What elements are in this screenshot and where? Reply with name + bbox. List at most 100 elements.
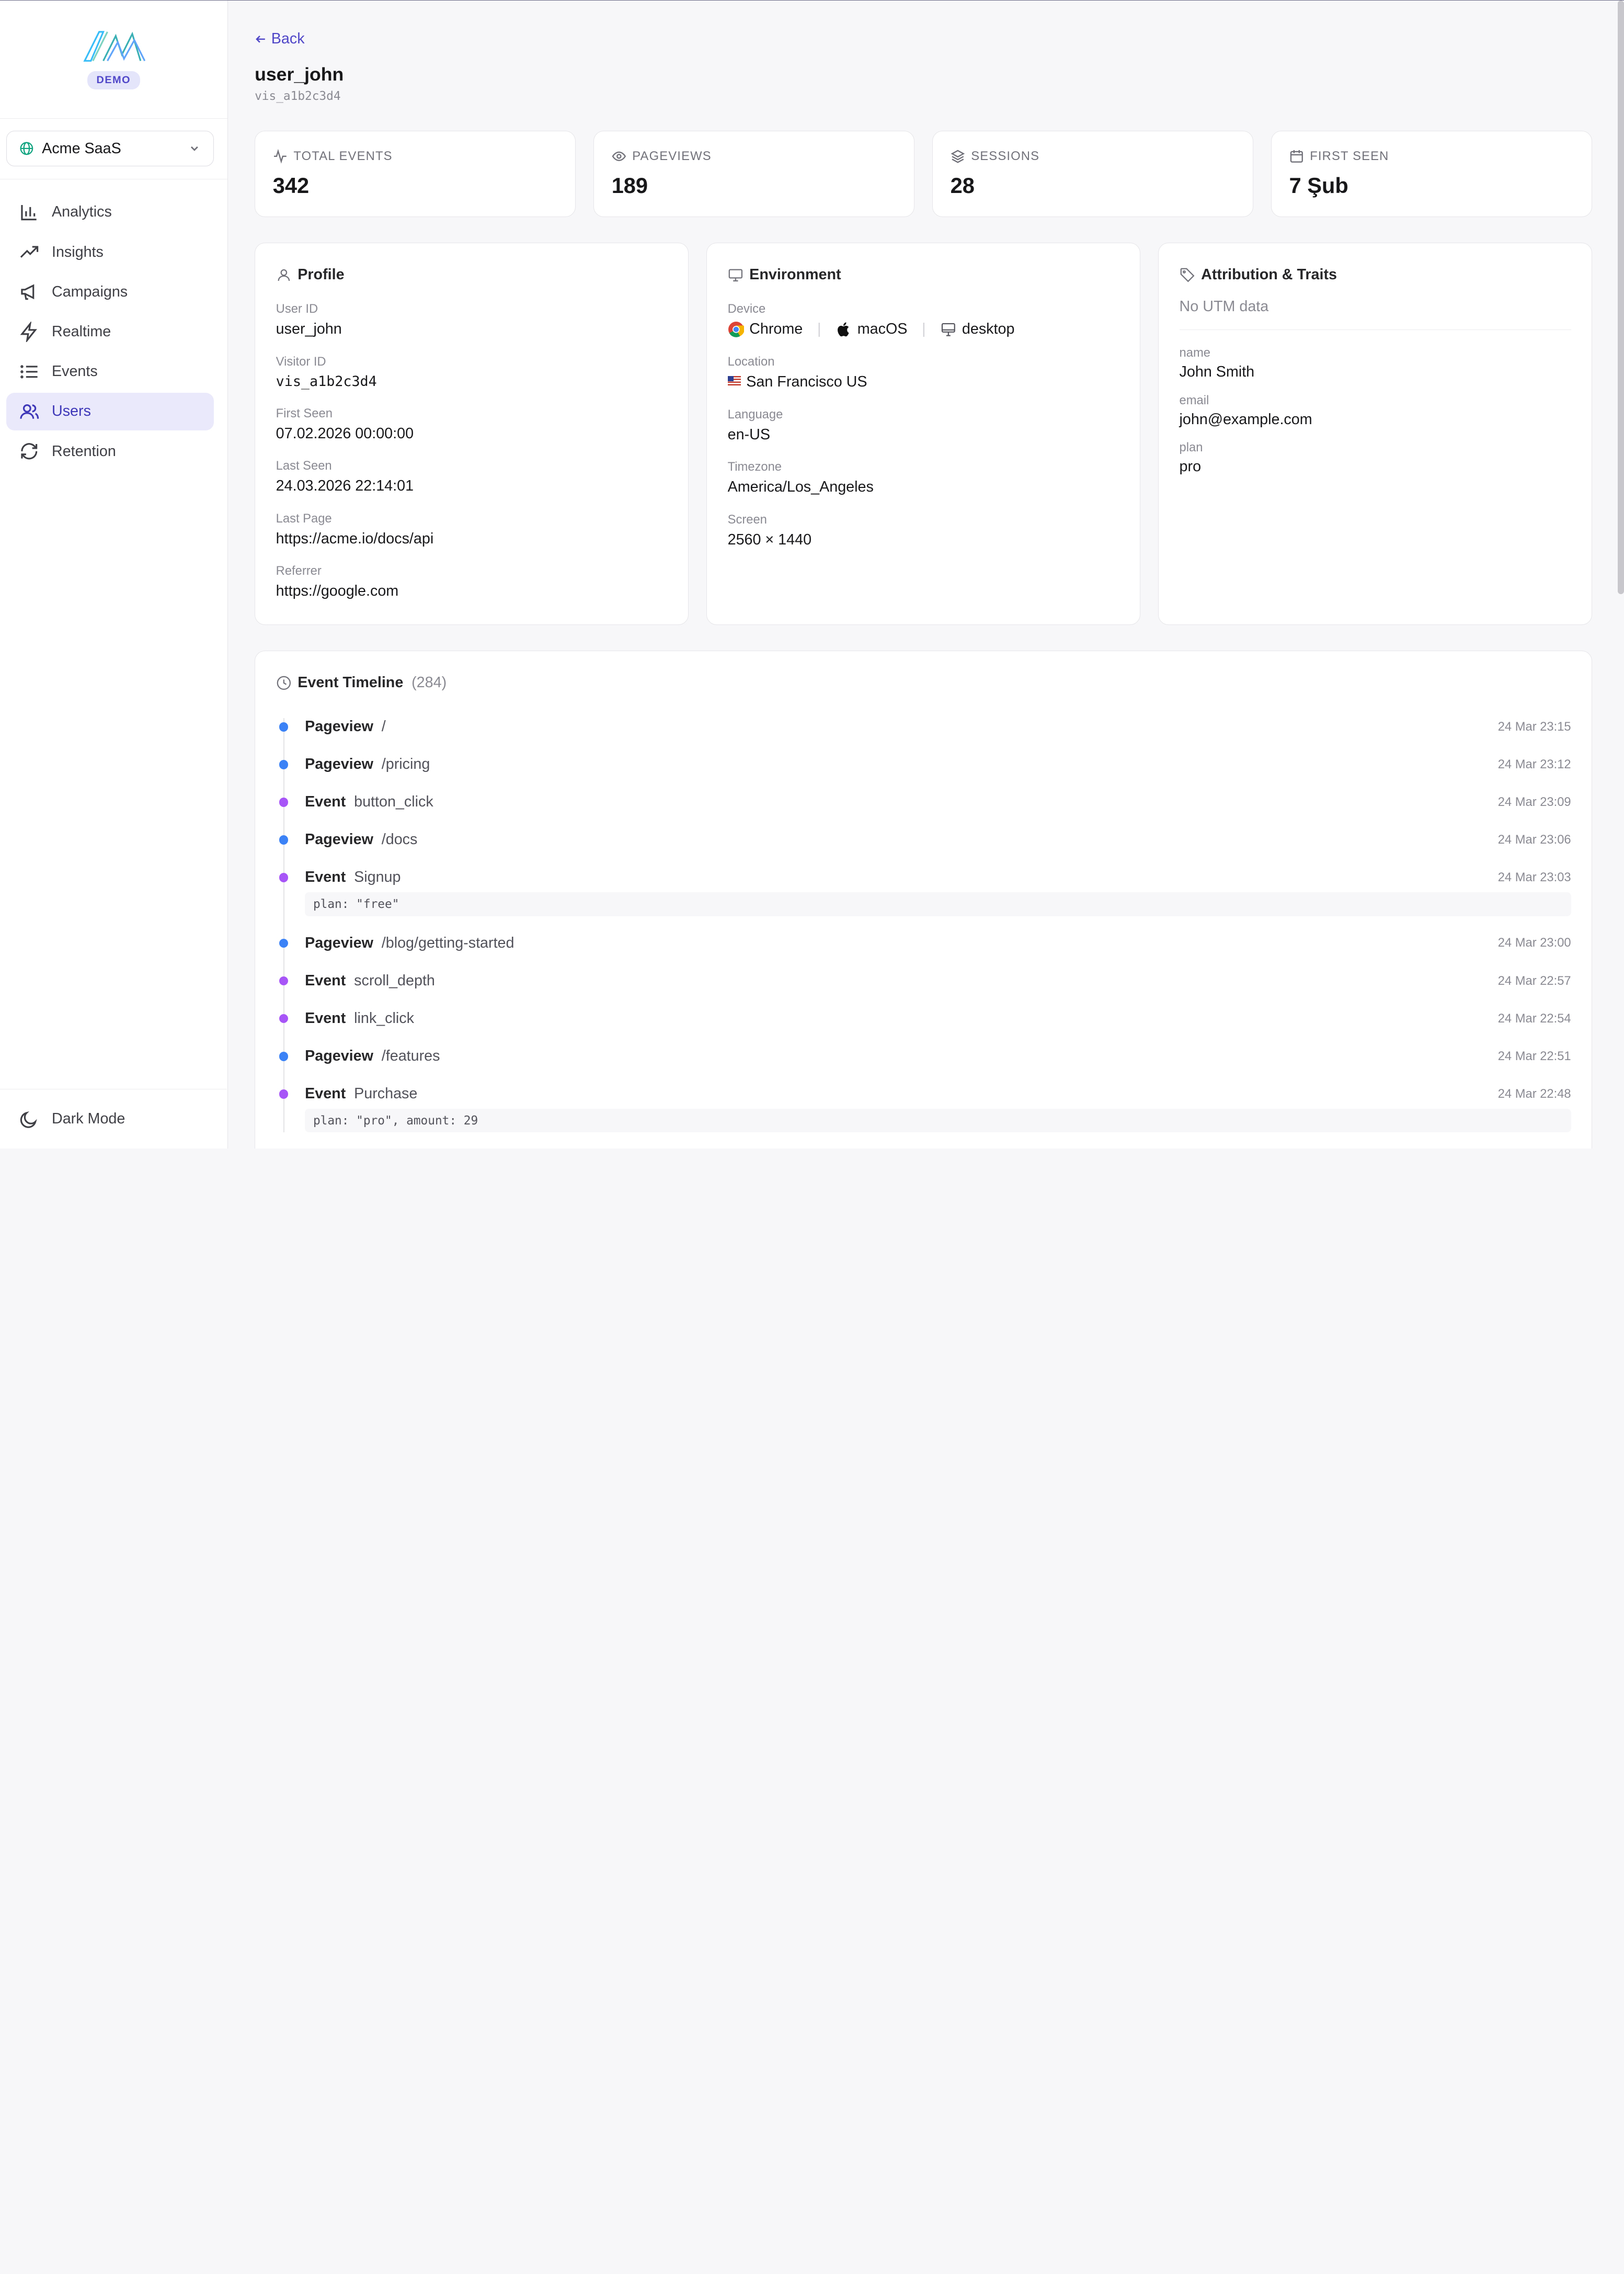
sidebar-item-realtime[interactable]: Realtime [6, 313, 214, 350]
event-time: 24 Mar 23:06 [1497, 832, 1571, 847]
timeline-item[interactable]: Pageview/docs 24 Mar 23:06 [276, 821, 1571, 859]
event-properties: plan: "pro", amount: 29 [305, 1108, 1571, 1133]
refresh-icon [20, 443, 37, 460]
timeline-item[interactable]: Event Purchase 24 Mar 22:48 plan: "pro", a… [276, 1075, 1571, 1133]
zap-icon [20, 321, 37, 343]
field-label: First Seen [276, 406, 333, 420]
tag-icon [1180, 268, 1195, 282]
sidebar-item-analytics[interactable]: Analytics [6, 194, 214, 231]
sidebar-item-label: Analytics [51, 203, 112, 221]
event-type: Pageview [305, 756, 373, 773]
event-timeline-card: Event Timeline (284) Pageview / 24 Mar 23:… [255, 651, 1593, 1149]
activity-icon [273, 149, 287, 164]
no-utm-text: No UTM data [1179, 298, 1571, 331]
timeline-item[interactable]: Event button_click 24 Mar 23:09 [276, 783, 1571, 821]
event-time: 24 Mar 23:00 [1497, 936, 1571, 950]
divider: | [817, 321, 821, 338]
sidebar-item-insights[interactable]: Insights [6, 233, 214, 270]
field-label: Visitor ID [276, 355, 326, 369]
stat-value: 28 [950, 173, 975, 198]
stat-value: 7 Şub [1289, 173, 1348, 198]
chevron-down-icon [191, 146, 199, 152]
back-label: Back [271, 30, 305, 48]
sidebar-item-users[interactable]: Users [6, 393, 214, 430]
timezone-label: Timezone [727, 460, 782, 474]
us-flag-icon [727, 376, 741, 385]
logo-icon[interactable] [81, 26, 147, 65]
field-visitor-id: Visitor ID vis_a1b2c3d4 [276, 355, 668, 390]
timeline-item[interactable]: Pageview/features 24 Mar 22:51 [276, 1038, 1571, 1075]
event-name: /docs [381, 831, 418, 848]
event-time: 24 Mar 22:51 [1497, 1049, 1571, 1063]
stat-label: TOTAL EVENTS [293, 149, 393, 164]
event-time: 24 Mar 23:09 [1497, 794, 1571, 809]
users-icon [20, 404, 39, 419]
back-link[interactable]: Back [255, 30, 305, 48]
field-value: 24.03.2026 22:14:01 [276, 477, 414, 495]
calendar-icon [1290, 150, 1303, 163]
event-name: /pricing [381, 756, 430, 773]
timeline-item[interactable]: Pageview/pricing 24 Mar 23:12 [276, 746, 1571, 783]
stats-row: TOTAL EVENTS 342 PAGEVIEWS 189 SESSIONS … [255, 131, 1593, 217]
scrollbar[interactable] [1618, 1, 1624, 594]
attribution-title: Attribution & Traits [1201, 266, 1337, 283]
event-time: 24 Mar 23:03 [1497, 870, 1571, 884]
timeline-item[interactable]: Event link_click 24 Mar 22:54 [276, 1000, 1571, 1038]
sidebar-item-campaigns[interactable]: Campaigns [6, 274, 214, 311]
globe-icon [20, 142, 33, 155]
event-name: Signup [354, 869, 401, 886]
location-label: Location [727, 355, 775, 369]
event-name: / [381, 718, 386, 735]
event-type: Event [305, 869, 346, 886]
screen-label: Screen [727, 512, 767, 527]
location-text: San Francisco US [746, 373, 867, 390]
trending-up-icon [20, 246, 38, 258]
bar-chart-icon [20, 205, 37, 221]
page-subtitle: vis_a1b2c3d4 [255, 89, 341, 104]
event-type: Event [305, 1010, 346, 1027]
field-label: Last Seen [276, 459, 332, 473]
event-name: Purchase [354, 1085, 418, 1102]
event-dot [279, 797, 289, 807]
trait-label: plan [1179, 440, 1203, 455]
field-referrer: Referrer https://google.com [276, 564, 668, 600]
profile-card: Profile User ID user_john Visitor ID vis… [255, 243, 689, 625]
sidebar-item-label: Events [51, 363, 98, 380]
sidebar-item-label: Retention [51, 442, 116, 460]
sidebar-item-retention[interactable]: Retention [6, 433, 214, 470]
event-time: 24 Mar 23:15 [1497, 719, 1571, 734]
timeline-item[interactable]: Pageview / 24 Mar 23:15 [276, 708, 1571, 746]
event-time: 24 Mar 22:54 [1497, 1011, 1571, 1026]
stat-sessions: SESSIONS 28 [932, 131, 1254, 217]
site-selector[interactable]: Acme SaaS [6, 131, 214, 166]
attribution-card: Attribution & Traits No UTM data name Jo… [1158, 243, 1593, 625]
timeline-item[interactable]: Pageview/blog/getting-started 24 Mar 23:0… [276, 924, 1571, 962]
event-type: Event [305, 972, 346, 990]
timeline-item[interactable]: Event Signup 24 Mar 23:03 plan: "free" [276, 859, 1571, 916]
megaphone-icon [20, 284, 34, 300]
timeline-item[interactable]: Event scroll_depth 24 Mar 22:57 [276, 962, 1571, 999]
sidebar-nav: Analytics Insights Campaigns Realtime Ev… [0, 179, 227, 470]
event-name: button_click [354, 793, 433, 811]
trait-name: name John Smith [1180, 346, 1571, 381]
sidebar: DEMO Acme SaaS Analytics Insights Campai… [0, 1, 228, 1149]
timeline-count: (284) [411, 674, 447, 691]
trait-email: email john@example.com [1180, 393, 1571, 428]
divider: | [922, 321, 926, 338]
pageview-dot [279, 938, 289, 948]
field-value: user_john [276, 321, 342, 338]
field-last-seen: Last Seen 24.03.2026 22:14:01 [276, 459, 668, 495]
desktop-icon [942, 323, 956, 336]
sidebar-item-events[interactable]: Events [6, 353, 214, 390]
event-time: 24 Mar 22:57 [1497, 973, 1571, 988]
event-type: Event [305, 1085, 346, 1102]
event-type: Pageview [305, 831, 373, 848]
event-time: 24 Mar 22:48 [1497, 1086, 1571, 1101]
site-selector-label: Acme SaaS [42, 140, 121, 157]
dark-mode-toggle[interactable]: Dark Mode [0, 1088, 227, 1149]
event-type: Event [305, 793, 346, 811]
pageview-dot [279, 1051, 289, 1061]
event-name: /blog/getting-started [381, 934, 514, 951]
sidebar-item-label: Users [51, 403, 91, 420]
stat-total-events: TOTAL EVENTS 342 [255, 131, 576, 217]
